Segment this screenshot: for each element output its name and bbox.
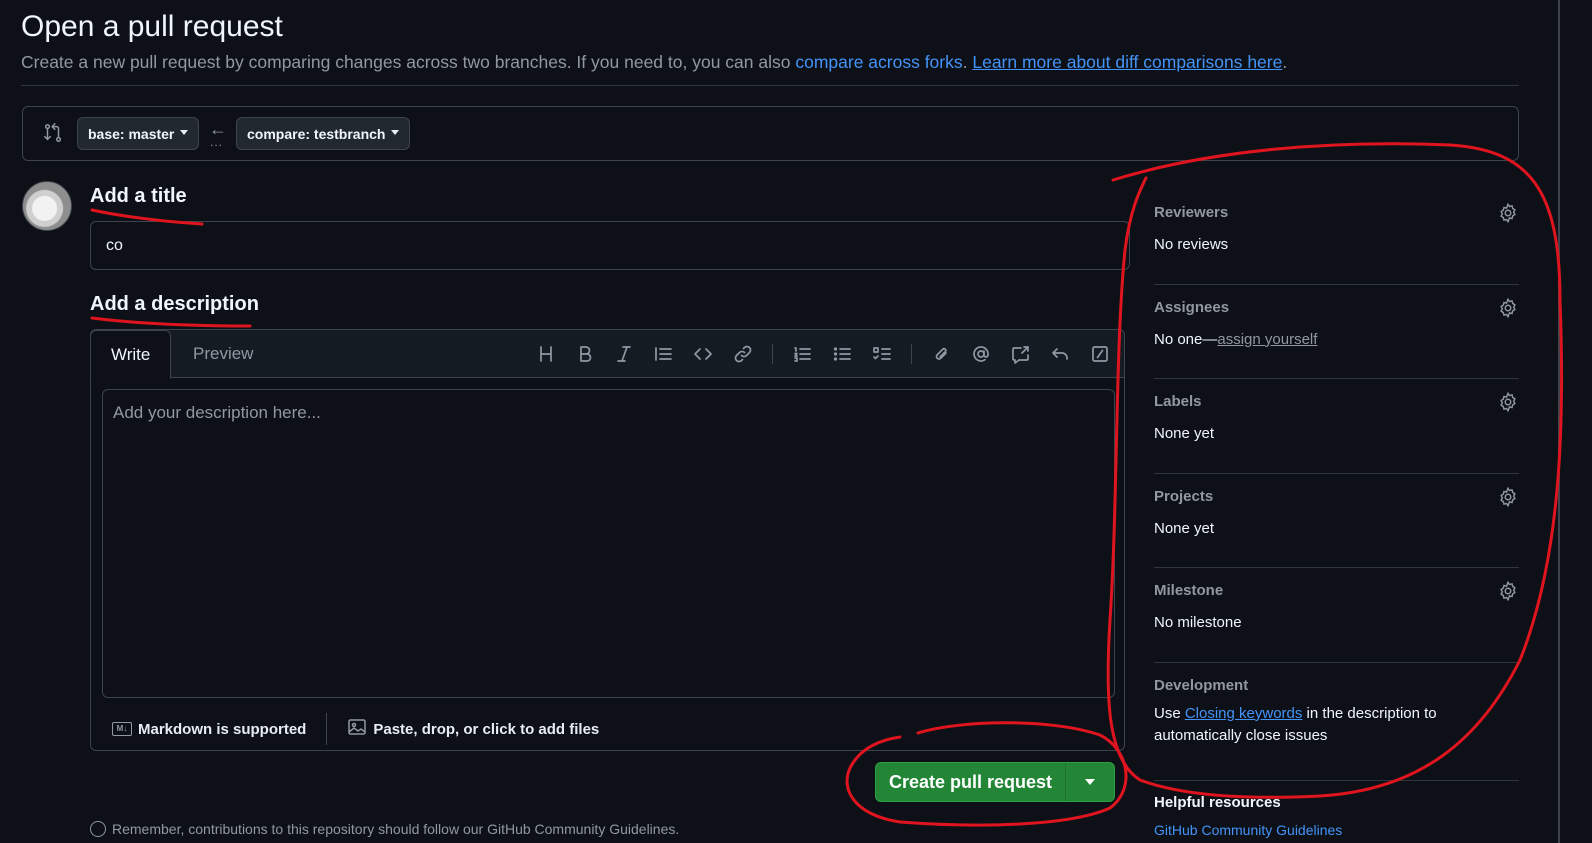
- title-heading: Add a title: [90, 185, 187, 207]
- milestone-value: No milestone: [1154, 614, 1242, 631]
- development-heading: Development: [1154, 676, 1249, 694]
- sidebar-reviewers: Reviewers No reviews: [1154, 190, 1519, 285]
- sidebar-projects: Projects None yet: [1154, 474, 1519, 568]
- milestone-heading: Milestone: [1154, 582, 1224, 599]
- sidebar-assignees: Assignees No one—assign yourself: [1154, 285, 1519, 379]
- sidebar-milestone: Milestone No milestone: [1154, 568, 1519, 663]
- mention-icon[interactable]: [969, 342, 993, 366]
- ordered-list-icon[interactable]: [790, 342, 814, 366]
- markdown-supported-link[interactable]: M↓ Markdown is supported: [112, 721, 306, 738]
- chevron-down-icon: [391, 130, 400, 135]
- avatar: [22, 181, 72, 231]
- description-underline-annotation: [90, 316, 252, 328]
- subtitle-separator: .: [962, 52, 973, 72]
- editor-toolbar: Write Preview: [90, 330, 1124, 379]
- image-icon: [347, 717, 367, 741]
- sidebar-labels: Labels None yet: [1154, 379, 1519, 474]
- toolbar-divider: [772, 344, 773, 364]
- reply-icon[interactable]: [1048, 342, 1072, 366]
- assign-yourself-link[interactable]: assign yourself: [1217, 331, 1317, 348]
- tab-preview[interactable]: Preview: [173, 330, 273, 378]
- create-pull-request-group: Create pull request: [875, 762, 1115, 802]
- toolbar-divider: [911, 344, 912, 364]
- closing-keywords-link[interactable]: Closing keywords: [1185, 705, 1303, 722]
- helpful-resources-heading: Helpful resources: [1154, 794, 1281, 811]
- unordered-list-icon[interactable]: [830, 342, 854, 366]
- base-branch-label: base: master: [88, 125, 175, 142]
- quote-icon[interactable]: [651, 342, 675, 366]
- task-list-icon[interactable]: [870, 342, 894, 366]
- description-heading: Add a description: [90, 293, 259, 315]
- guidelines-note: Remember, contributions to this reposito…: [90, 821, 679, 837]
- footer-divider: [326, 713, 328, 745]
- chevron-down-icon: [180, 130, 189, 135]
- chevron-down-icon: [1085, 779, 1095, 785]
- learn-more-link[interactable]: Learn more about diff comparisons here: [972, 52, 1282, 72]
- create-options-dropdown[interactable]: [1066, 763, 1114, 801]
- bold-icon[interactable]: [573, 342, 597, 366]
- community-guidelines-link[interactable]: GitHub Community Guidelines: [1154, 822, 1342, 838]
- sidebar-development: Development Use Closing keywords in the …: [1154, 663, 1519, 781]
- guidelines-text: Remember, contributions to this reposito…: [112, 821, 680, 837]
- pr-sidebar: Reviewers No reviews Assignees No one—as…: [1154, 190, 1519, 838]
- markdown-icon: M↓: [112, 722, 132, 736]
- subtitle-end: .: [1282, 52, 1288, 72]
- scrollbar[interactable]: [1558, 0, 1560, 843]
- projects-heading: Projects: [1154, 487, 1214, 505]
- header-divider: [21, 85, 1519, 86]
- compare-across-forks-link[interactable]: compare across forks: [795, 52, 962, 72]
- git-compare-icon: [42, 122, 64, 144]
- tab-write[interactable]: Write: [90, 330, 172, 379]
- heading-icon[interactable]: [534, 342, 558, 366]
- create-pull-request-button[interactable]: Create pull request: [876, 763, 1066, 801]
- add-files-button[interactable]: Paste, drop, or click to add files: [347, 717, 599, 741]
- assignees-heading: Assignees: [1154, 298, 1230, 316]
- reviewers-heading: Reviewers: [1154, 204, 1229, 221]
- info-icon: [90, 821, 106, 837]
- code-icon[interactable]: [691, 342, 715, 366]
- labels-value: None yet: [1154, 425, 1215, 442]
- labels-heading: Labels: [1154, 393, 1202, 410]
- projects-value: None yet: [1154, 519, 1215, 537]
- gear-icon[interactable]: [1497, 391, 1519, 413]
- gear-icon[interactable]: [1497, 297, 1519, 319]
- gear-icon[interactable]: [1497, 486, 1519, 508]
- cross-reference-icon[interactable]: [1009, 342, 1033, 366]
- subtitle-text: Create a new pull request by comparing c…: [21, 52, 796, 72]
- assignees-prefix: No one—: [1154, 330, 1218, 348]
- arrow-dots: ...: [210, 135, 224, 149]
- compare-branch-select[interactable]: compare: testbranch: [236, 117, 411, 150]
- attach-icon[interactable]: [930, 342, 954, 366]
- markdown-note: Markdown is supported: [138, 720, 307, 738]
- development-value: Use Closing keywords in the description …: [1154, 703, 1484, 747]
- description-textarea[interactable]: [102, 389, 1115, 698]
- page-title: Open a pull request: [21, 10, 283, 43]
- italic-icon[interactable]: [612, 342, 636, 366]
- gear-icon[interactable]: [1497, 580, 1519, 602]
- title-input[interactable]: [90, 221, 1130, 270]
- compare-branch-label: compare: testbranch: [247, 125, 386, 142]
- base-branch-select[interactable]: base: master: [77, 117, 200, 150]
- description-editor: Write Preview M↓ Markdown is supported P…: [90, 329, 1125, 751]
- link-icon[interactable]: [731, 342, 755, 366]
- page-subtitle: Create a new pull request by comparing c…: [21, 52, 1287, 73]
- assignees-value: No one—assign yourself: [1154, 331, 1317, 348]
- reviewers-value: No reviews: [1154, 236, 1229, 253]
- branch-compare-bar: base: master ← ... compare: testbranch: [22, 106, 1519, 161]
- attach-note: Paste, drop, or click to add files: [373, 720, 600, 738]
- gear-icon[interactable]: [1497, 202, 1519, 224]
- slash-commands-icon[interactable]: [1088, 342, 1112, 366]
- development-text-before: Use: [1154, 704, 1185, 722]
- editor-footer: M↓ Markdown is supported Paste, drop, or…: [91, 708, 1124, 750]
